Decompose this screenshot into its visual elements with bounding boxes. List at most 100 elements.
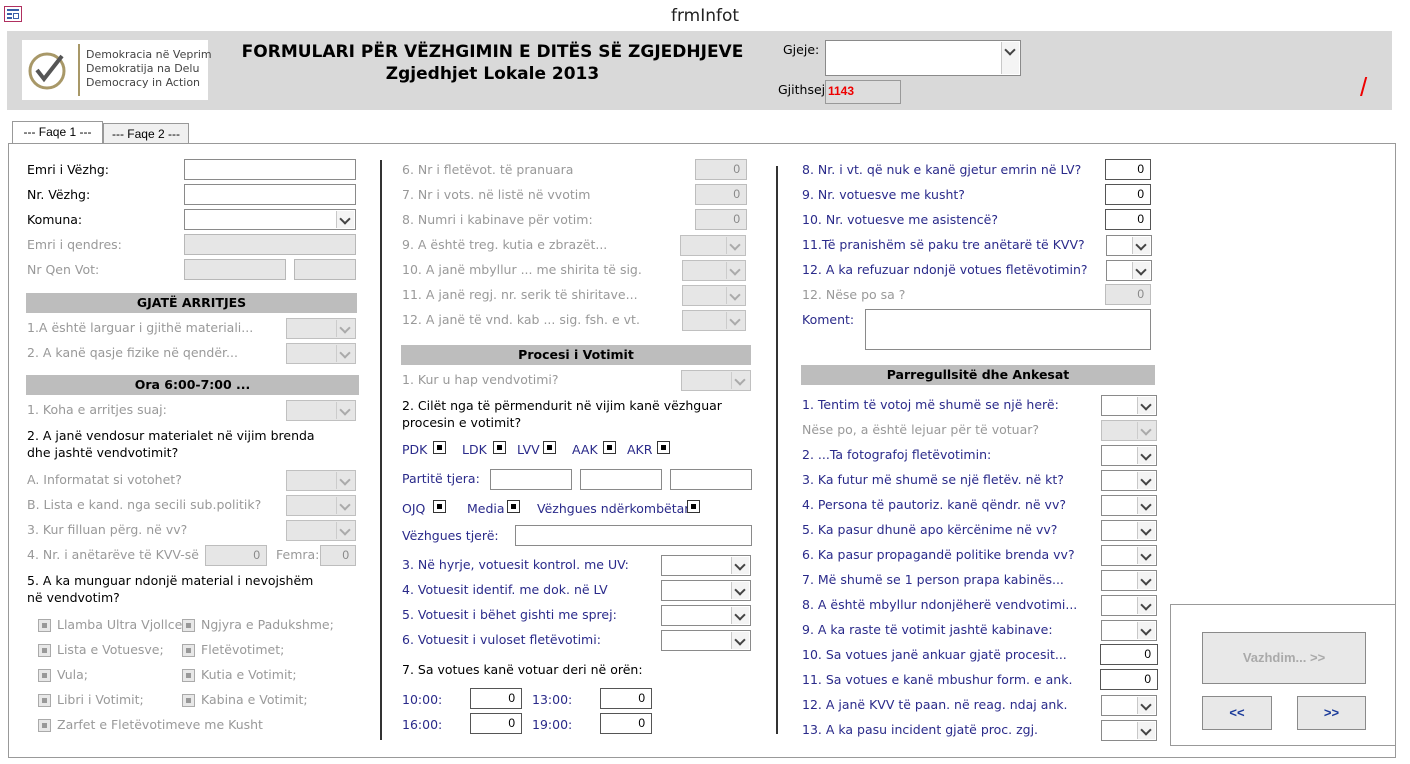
material-label: Kutia e Votimit;: [201, 667, 297, 682]
c3-q10-input[interactable]: 0: [1105, 209, 1151, 230]
r9-label: 9. A ka raste të votimit jashtë kabinave…: [802, 622, 1053, 637]
time-input[interactable]: 0: [470, 713, 522, 734]
q8-input: 0: [695, 209, 747, 230]
next-button[interactable]: >>: [1297, 696, 1366, 730]
r1-combo[interactable]: [1101, 395, 1157, 416]
partite-input-3[interactable]: [670, 469, 752, 490]
material-checkbox: [38, 669, 51, 682]
r5-combo[interactable]: [1101, 520, 1157, 541]
r10-input[interactable]: 0: [1100, 644, 1158, 665]
party-checkbox[interactable]: [543, 441, 556, 454]
gjithsej-value: 1143: [825, 80, 901, 104]
oraB-label: B. Lista e kand. nga secili sub.politik?: [27, 497, 262, 512]
r13-label: 13. A ka pasu incident gjatë proc. zgj.: [802, 722, 1039, 737]
material-checkbox: [182, 644, 195, 657]
tab-faqe-2[interactable]: --- Faqe 2 ---: [103, 123, 189, 145]
q10-combo: [682, 260, 746, 281]
observer-checkbox[interactable]: [687, 500, 700, 513]
q7-label: 7. Nr i vots. në listë në vvotim: [402, 187, 591, 202]
observer-label: Vëzhgues ndërkombëtar: [537, 501, 690, 516]
q12-combo: [682, 310, 746, 331]
c3-q11-combo[interactable]: [1106, 235, 1152, 256]
partite-input-2[interactable]: [580, 469, 662, 490]
r13-combo[interactable]: [1101, 720, 1157, 741]
p4-combo[interactable]: [661, 580, 751, 601]
q9-label: 9. A është treg. kutia e zbrazët...: [402, 237, 608, 252]
gjeje-combo[interactable]: [825, 40, 1021, 76]
time-label: 16:00:: [402, 717, 443, 732]
material-label: Fletëvotimet;: [201, 642, 285, 657]
material-checkbox: [182, 669, 195, 682]
time-label: 19:00:: [532, 717, 573, 732]
material-label: Vula;: [57, 667, 88, 682]
vezhgues-label: Vëzhgues tjerë:: [402, 528, 499, 543]
party-checkbox[interactable]: [603, 441, 616, 454]
gjithsej-label: Gjithsej:: [778, 82, 830, 97]
c3-q9-input[interactable]: 0: [1105, 184, 1151, 205]
q10-label: 10. A janë mbyllur ... me shirita të sig…: [402, 262, 642, 277]
material-label: Llamba Ultra Vjollce: [57, 617, 183, 632]
p5-label: 5. Votuesit i bëhet gishti me sprej:: [402, 607, 617, 622]
r6-combo[interactable]: [1101, 545, 1157, 566]
observer-checkbox[interactable]: [507, 500, 520, 513]
p3-combo[interactable]: [661, 555, 751, 576]
komuna-combo[interactable]: [184, 209, 356, 230]
vezhgues-input[interactable]: [515, 525, 752, 546]
nr-vezhg-input[interactable]: [184, 184, 356, 205]
party-checkbox[interactable]: [657, 441, 670, 454]
time-input[interactable]: 0: [470, 688, 522, 709]
c3-q12-combo[interactable]: [1106, 260, 1152, 281]
party-label: PDK: [402, 442, 428, 457]
observer-checkbox[interactable]: [433, 500, 446, 513]
qendres-input: [184, 234, 356, 255]
q6-input: 0: [695, 159, 747, 180]
vazhdim-button[interactable]: Vazhdim... >>: [1202, 632, 1366, 684]
emri-label: Emri i Vëzhg:: [27, 162, 110, 177]
ora2-label: 2. A janë vendosur materialet në vijim b…: [27, 428, 315, 460]
time-input[interactable]: 0: [600, 713, 652, 734]
r1-label: 1. Tentim të votoj më shumë se një herë:: [802, 397, 1059, 412]
r8-combo[interactable]: [1101, 595, 1157, 616]
r10-label: 10. Sa votues janë ankuar gjatë procesit…: [802, 647, 1067, 662]
nrqen-label: Nr Qen Vot:: [27, 262, 100, 277]
r3-combo[interactable]: [1101, 470, 1157, 491]
material-label: Zarfet e Fletëvotimeve me Kusht: [57, 717, 263, 732]
r5-label: 5. Ka pasur dhunë apo kërcënime në vv?: [802, 522, 1058, 537]
partite-input-1[interactable]: [490, 469, 572, 490]
time-label: 13:00:: [532, 692, 573, 707]
emri-input[interactable]: [184, 159, 356, 180]
ora4-input: 0: [205, 545, 267, 566]
prev-button[interactable]: <<: [1202, 696, 1272, 730]
c3-q12-label: 12. A ka refuzuar ndonjë votues fletëvot…: [802, 262, 1088, 277]
party-label: LDK: [462, 442, 487, 457]
party-checkbox[interactable]: [493, 441, 506, 454]
c3-q8-input[interactable]: 0: [1105, 159, 1151, 180]
r2-combo[interactable]: [1101, 445, 1157, 466]
r11-input[interactable]: 0: [1100, 669, 1158, 690]
qendres-label: Emri i qendres:: [27, 237, 122, 252]
time-input[interactable]: 0: [600, 688, 652, 709]
r4-combo[interactable]: [1101, 495, 1157, 516]
r1b-label: Nëse po, a është lejuar për të votuar?: [802, 422, 1040, 437]
p6-combo[interactable]: [661, 630, 751, 651]
r2-label: 2. ...Ta fotografoj fletëvotimin:: [802, 447, 992, 462]
arr2-combo: [286, 343, 356, 364]
r12-combo[interactable]: [1101, 695, 1157, 716]
p2-label: 2. Cilët nga të përmendurit në vijim kan…: [402, 398, 722, 430]
koment-input[interactable]: [865, 309, 1151, 350]
p3-label: 3. Në hyrje, votuesit kontrol. me UV:: [402, 557, 629, 572]
q8-label: 8. Numri i kabinave për votim:: [402, 212, 593, 227]
r9-combo[interactable]: [1101, 620, 1157, 641]
oraB-combo: [286, 495, 356, 516]
material-checkbox: [182, 619, 195, 632]
time-label: 10:00:: [402, 692, 443, 707]
q6-label: 6. Nr i fletëvot. të pranuara: [402, 162, 574, 177]
tab-faqe-1[interactable]: --- Faqe 1 ---: [12, 121, 103, 145]
p5-combo[interactable]: [661, 605, 751, 626]
material-label: Libri i Votimit;: [57, 692, 144, 707]
logo-mark-icon: [28, 52, 66, 90]
r11-label: 11. Sa votues e kanë mbushur form. e ank…: [802, 672, 1073, 687]
party-checkbox[interactable]: [433, 441, 446, 454]
ora1-label: 1. Koha e arritjes suaj:: [27, 402, 167, 417]
r7-combo[interactable]: [1101, 570, 1157, 591]
